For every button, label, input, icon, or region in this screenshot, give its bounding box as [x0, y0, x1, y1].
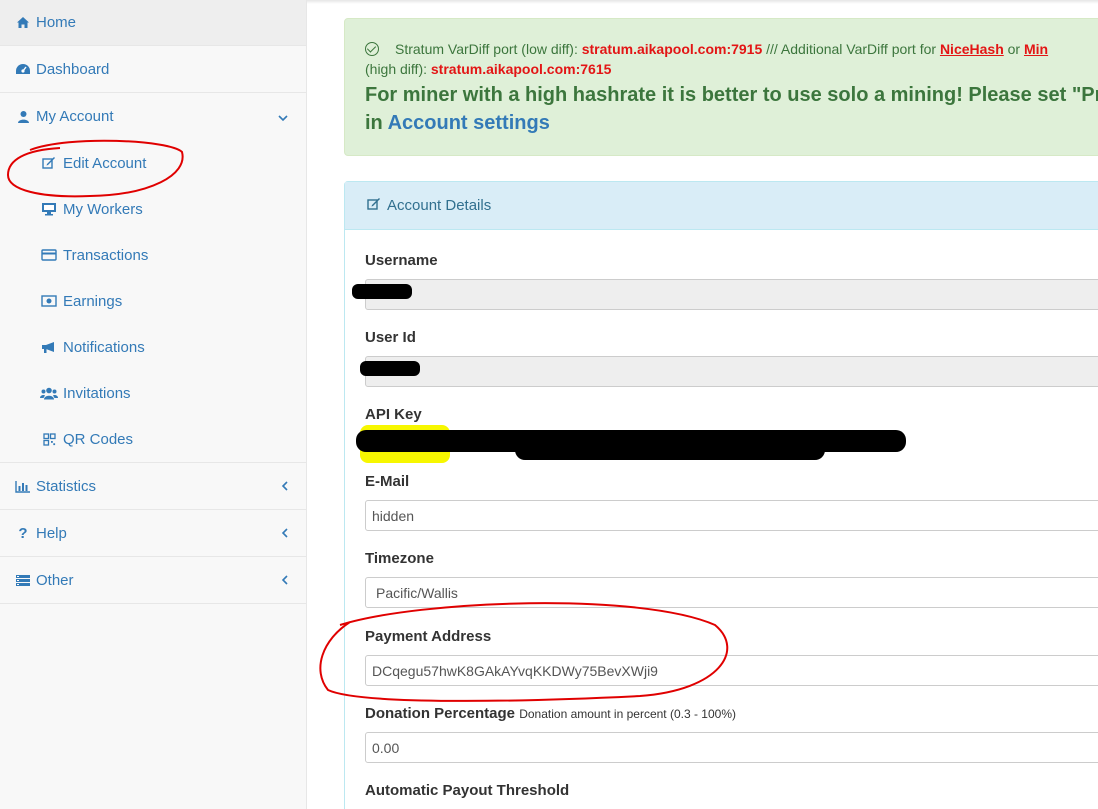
alert-or: or: [1003, 41, 1024, 57]
username-label: Username: [365, 252, 438, 269]
main-content: Stratum VarDiff port (low diff): stratum…: [307, 0, 1098, 809]
userid-group: User Id: [365, 329, 1098, 387]
stratum-alert: Stratum VarDiff port (low diff): stratum…: [344, 18, 1098, 156]
chevron-down-icon: [278, 109, 288, 125]
sub-notifications-label: Notifications: [63, 338, 145, 356]
userid-label: User Id: [365, 329, 416, 346]
port-high: stratum.aikapool.com:7615: [430, 61, 612, 77]
panel-heading: Account Details: [345, 182, 1098, 230]
question-icon: ?: [18, 524, 28, 542]
sub-qr-codes-label: QR Codes: [63, 430, 134, 448]
payment-address-group: Payment Address DCqegu57hwK8GAkAYvqKKDWy…: [365, 628, 1098, 686]
nav-my-account-label: My Account: [36, 108, 114, 125]
apikey-label: API Key: [365, 406, 422, 423]
donation-label-text: Donation Percentage: [365, 705, 516, 722]
nav-home-label: Home: [36, 14, 77, 31]
donation-group: Donation Percentage Donation amount in p…: [365, 705, 1098, 763]
alert-solo-message: For miner with a high hashrate it is bet…: [365, 84, 1098, 106]
sub-edit-account[interactable]: Edit Account: [0, 140, 306, 186]
chevron-left-icon: [281, 525, 288, 541]
sub-invitations[interactable]: Invitations: [0, 370, 306, 416]
alert-text-3: (high diff):: [365, 61, 431, 77]
donation-hint: Donation amount in percent (0.3 - 100%): [519, 707, 736, 721]
nav-my-account[interactable]: My Account: [0, 93, 306, 140]
edit-icon: [367, 197, 381, 215]
home-icon: [14, 16, 32, 29]
nav-help-label: Help: [36, 524, 67, 542]
nav-statistics[interactable]: Statistics: [0, 463, 306, 510]
edit-icon: [40, 156, 58, 170]
bar-chart-icon: [14, 480, 32, 493]
payout-threshold-label: Automatic Payout Threshold: [365, 782, 570, 799]
sub-edit-account-label: Edit Account: [63, 154, 147, 172]
timezone-group: Timezone Pacific/Wallis: [365, 550, 1098, 608]
redaction-scribble: [352, 284, 412, 299]
alert-solo-message-2: in Account settings: [365, 109, 1098, 137]
sub-my-workers-label: My Workers: [63, 200, 143, 218]
user-icon: [14, 110, 32, 124]
dashboard-icon: [14, 63, 32, 76]
list-icon: [14, 574, 32, 587]
sub-qr-codes[interactable]: QR Codes: [0, 416, 306, 462]
alert-in: in: [365, 112, 388, 134]
email-group: E-Mail hidden: [365, 473, 1098, 531]
nicehash-link[interactable]: NiceHash: [940, 41, 1004, 57]
timezone-select[interactable]: Pacific/Wallis: [365, 577, 1098, 608]
nav-dashboard[interactable]: Dashboard: [0, 46, 306, 93]
alert-text-2: /// Additional VarDiff port for: [762, 41, 940, 57]
payout-group: Automatic Payout Threshold: [365, 782, 1098, 802]
email-label: E-Mail: [365, 473, 410, 490]
sub-transactions-label: Transactions: [63, 246, 149, 264]
redaction-scribble: [360, 361, 420, 376]
panel-title: Account Details: [387, 197, 492, 214]
nav-statistics-label: Statistics: [36, 477, 97, 495]
donation-label: Donation Percentage Donation amount in p…: [365, 705, 1098, 725]
min-link[interactable]: Min: [1024, 41, 1048, 57]
userid-field: [365, 356, 1098, 387]
nav-other[interactable]: Other: [0, 557, 306, 604]
qrcode-icon: [40, 432, 58, 446]
sub-transactions[interactable]: Transactions: [0, 232, 306, 278]
sub-invitations-label: Invitations: [63, 384, 131, 402]
nav-dashboard-label: Dashboard: [36, 60, 110, 78]
desktop-icon: [40, 202, 58, 216]
alert-line-2: (high diff): stratum.aikapool.com:7615: [365, 59, 1098, 79]
payment-address-field[interactable]: DCqegu57hwK8GAkAYvqKKDWy75BevXWji9: [365, 655, 1098, 686]
username-group: Username: [365, 252, 1098, 310]
sub-my-workers[interactable]: My Workers: [0, 186, 306, 232]
check-circle-icon: [365, 42, 379, 56]
port-low: stratum.aikapool.com:7915: [581, 41, 763, 57]
payment-address-label: Payment Address: [365, 628, 492, 645]
chevron-left-icon: [281, 572, 288, 588]
credit-card-icon: [40, 249, 58, 261]
sub-notifications[interactable]: Notifications: [0, 324, 306, 370]
chevron-left-icon: [281, 478, 288, 494]
top-shadow: [307, 0, 1098, 4]
sub-earnings[interactable]: Earnings: [0, 278, 306, 324]
sub-earnings-label: Earnings: [63, 292, 123, 310]
account-settings-link[interactable]: Account settings: [388, 112, 550, 134]
bullhorn-icon: [40, 341, 58, 354]
nav-home[interactable]: Home: [0, 0, 306, 46]
money-icon: [40, 295, 58, 307]
donation-field[interactable]: 0.00: [365, 732, 1098, 763]
apikey-group: API Key: [365, 406, 1098, 426]
alert-text-1: Stratum VarDiff port (low diff):: [395, 41, 582, 57]
timezone-label: Timezone: [365, 550, 434, 567]
nav-help[interactable]: ? Help: [0, 510, 306, 557]
sidebar: Home Dashboard My Account Edit Account M…: [0, 0, 307, 809]
nav-other-label: Other: [36, 571, 74, 589]
users-icon: [40, 387, 58, 400]
account-details-panel: Account Details Username User Id API Key…: [344, 181, 1098, 809]
redaction-scribble: [515, 440, 825, 460]
alert-line-1: Stratum VarDiff port (low diff): stratum…: [365, 39, 1098, 59]
my-account-submenu: Edit Account My Workers Transactions Ear…: [0, 136, 306, 463]
username-field: [365, 279, 1098, 310]
email-field[interactable]: hidden: [365, 500, 1098, 531]
